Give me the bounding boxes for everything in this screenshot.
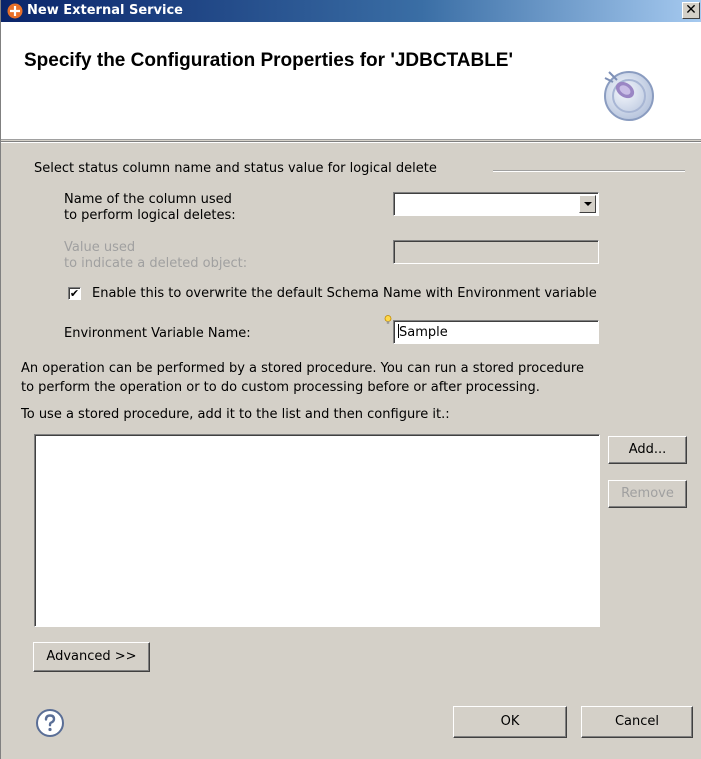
header-banner: Specify the Configuration Properties for… — [1, 22, 701, 140]
check-mark-icon: ✔ — [69, 287, 80, 300]
content-assist-lightbulb-icon — [384, 315, 392, 324]
deleted-value-label-line1: Value used — [64, 240, 136, 255]
deleted-value-label-line2: to indicate a deleted object: — [64, 256, 248, 271]
help-icon[interactable] — [35, 708, 65, 738]
deleted-value-label: Value used to indicate a deleted object: — [64, 240, 247, 272]
logical-delete-group-title: Select status column name and status val… — [34, 161, 437, 176]
window-title: New External Service — [27, 3, 183, 18]
stored-proc-info-line1: An operation can be performed by a store… — [21, 361, 584, 376]
env-override-checkbox[interactable]: ✔ — [68, 287, 81, 300]
title-bar[interactable]: New External Service ✕ — [1, 0, 701, 22]
cancel-button[interactable]: Cancel — [581, 706, 693, 738]
add-button[interactable]: Add... — [608, 436, 687, 464]
chevron-down-icon[interactable] — [579, 195, 596, 213]
ok-button[interactable]: OK — [453, 706, 567, 738]
column-name-label-line2: to perform logical deletes: — [64, 208, 236, 223]
stored-proc-list-label: To use a stored procedure, add it to the… — [21, 407, 450, 422]
column-name-combo[interactable] — [393, 192, 599, 216]
stored-procedure-list[interactable] — [34, 434, 600, 627]
advanced-button[interactable]: Advanced >> — [33, 642, 150, 672]
remove-button[interactable]: Remove — [608, 480, 687, 508]
column-name-label: Name of the column used to perform logic… — [64, 192, 236, 224]
env-override-label[interactable]: Enable this to overwrite the default Sch… — [92, 286, 597, 301]
env-var-name-value: Sample — [399, 325, 448, 340]
wizard-icon — [7, 3, 23, 19]
close-button[interactable]: ✕ — [682, 2, 700, 19]
deleted-value-field — [393, 240, 599, 264]
new-external-service-dialog: New External Service ✕ Specify the Confi… — [0, 0, 701, 759]
wizard-banner-icon — [604, 71, 654, 121]
stored-proc-info-line2: to perform the operation or to do custom… — [21, 380, 540, 395]
env-var-name-input[interactable]: Sample — [393, 320, 599, 344]
header-separator — [1, 141, 701, 143]
close-icon: ✕ — [685, 2, 697, 18]
page-title: Specify the Configuration Properties for… — [24, 50, 513, 71]
column-name-label-line1: Name of the column used — [64, 192, 232, 207]
env-var-label: Environment Variable Name: — [64, 326, 251, 341]
group-divider — [493, 170, 685, 172]
